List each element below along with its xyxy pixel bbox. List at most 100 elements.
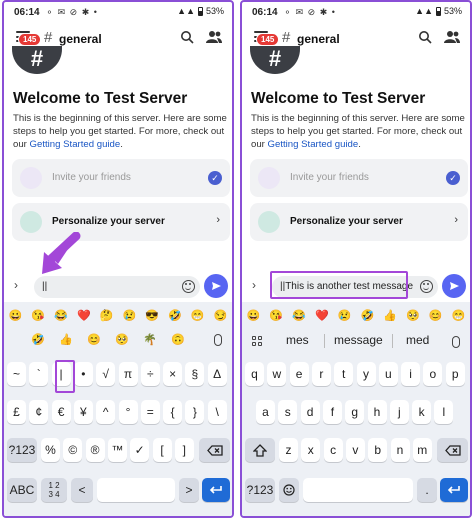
enter-key[interactable] — [202, 478, 230, 502]
emoji-suggestion[interactable]: 😀 — [9, 309, 23, 322]
search-icon[interactable] — [180, 30, 194, 44]
space-key[interactable] — [303, 478, 413, 502]
apps-grid-icon[interactable] — [252, 336, 264, 348]
letter-key[interactable]: k — [412, 400, 432, 424]
emoji-suggestion[interactable]: 👍 — [383, 309, 397, 322]
emoji-suggestion[interactable]: 🤔 — [100, 309, 114, 322]
letter-key[interactable]: d — [300, 400, 320, 424]
letter-key[interactable]: m — [412, 438, 432, 462]
symbol-key[interactable]: ¢ — [29, 400, 49, 424]
symbol-key[interactable]: Δ — [207, 362, 227, 386]
letter-key[interactable]: s — [278, 400, 298, 424]
symbol-mode-key[interactable]: ?123 — [7, 438, 37, 462]
letter-key[interactable]: c — [323, 438, 343, 462]
letter-key[interactable]: b — [368, 438, 388, 462]
letter-key[interactable]: i — [401, 362, 421, 386]
emoji-suggestion[interactable]: 🥺 — [406, 309, 420, 322]
backspace-key[interactable] — [437, 438, 468, 462]
suggestion-3[interactable]: med — [406, 333, 429, 347]
invite-friends-card[interactable]: Invite your friends ✓ — [12, 159, 230, 197]
symbol-key[interactable]: ° — [118, 400, 138, 424]
emoji-suggestion[interactable]: 😁 — [191, 309, 205, 322]
send-button[interactable] — [204, 274, 228, 298]
emoji-suggestion[interactable]: 👍 — [59, 333, 73, 346]
emoji-suggestion[interactable]: 😂 — [54, 309, 68, 322]
message-input[interactable]: || — [34, 276, 200, 298]
symbol-key[interactable]: ✓ — [130, 438, 150, 462]
symbol-key[interactable]: € — [51, 400, 71, 424]
greater-than-key[interactable]: > — [179, 478, 199, 502]
getting-started-link[interactable]: Getting Started guide — [268, 139, 359, 150]
letter-key[interactable]: u — [378, 362, 398, 386]
letter-key[interactable]: y — [356, 362, 376, 386]
emoji-icon[interactable] — [182, 280, 195, 293]
emoji-suggestion[interactable]: 😊 — [429, 309, 443, 322]
emoji-suggestion[interactable]: 🌴 — [143, 333, 157, 346]
letter-key[interactable]: t — [334, 362, 354, 386]
enter-key[interactable] — [440, 478, 468, 502]
letter-key[interactable]: z — [279, 438, 298, 462]
letter-key[interactable]: h — [367, 400, 387, 424]
letter-key[interactable]: p — [445, 362, 465, 386]
getting-started-link[interactable]: Getting Started guide — [30, 139, 121, 150]
symbol-key[interactable]: § — [185, 362, 205, 386]
letter-key[interactable]: w — [267, 362, 287, 386]
abc-mode-key[interactable]: ABC — [7, 478, 37, 502]
members-icon[interactable] — [444, 30, 460, 44]
symbol-key[interactable]: √ — [96, 362, 116, 386]
symbol-key[interactable]: ^ — [96, 400, 116, 424]
shift-key[interactable] — [245, 438, 275, 462]
symbol-key[interactable]: = — [140, 400, 160, 424]
emoji-suggestion[interactable]: 😁 — [452, 309, 466, 322]
emoji-suggestion[interactable]: 🥺 — [115, 333, 129, 346]
symbol-key[interactable]: π — [118, 362, 138, 386]
suggestion-1[interactable]: mes — [286, 333, 309, 347]
symbol-key[interactable]: © — [63, 438, 83, 462]
emoji-suggestion[interactable]: 😊 — [87, 333, 101, 346]
letter-key[interactable]: v — [345, 438, 365, 462]
symbol-key[interactable]: ÷ — [140, 362, 160, 386]
emoji-suggestion[interactable]: 🙃 — [171, 333, 185, 346]
emoji-suggestion[interactable]: 😀 — [247, 309, 261, 322]
microphone-icon[interactable] — [452, 336, 460, 348]
letter-key[interactable]: g — [345, 400, 365, 424]
emoji-suggestion[interactable]: 😘 — [269, 309, 283, 322]
period-key[interactable]: . — [417, 478, 437, 502]
invite-friends-card[interactable]: Invite your friends ✓ — [250, 159, 468, 197]
symbol-page-key[interactable]: 1 2 3 4 — [41, 478, 67, 502]
letter-key[interactable]: f — [322, 400, 342, 424]
symbol-key[interactable]: ~ — [7, 362, 26, 386]
emoji-suggestion[interactable]: ❤️ — [315, 309, 329, 322]
emoji-icon[interactable] — [420, 280, 433, 293]
letter-key[interactable]: x — [301, 438, 321, 462]
members-icon[interactable] — [206, 30, 222, 44]
symbol-mode-key[interactable]: ?123 — [245, 478, 275, 502]
letter-key[interactable]: q — [245, 362, 264, 386]
symbol-key[interactable]: % — [41, 438, 60, 462]
letter-key[interactable]: o — [423, 362, 443, 386]
emoji-suggestion[interactable]: 😘 — [31, 309, 45, 322]
symbol-key[interactable]: × — [163, 362, 183, 386]
less-than-key[interactable]: < — [71, 478, 93, 502]
letter-key[interactable]: j — [389, 400, 409, 424]
emoji-suggestion[interactable]: ❤️ — [77, 309, 91, 322]
emoji-key[interactable] — [279, 478, 299, 502]
letter-key[interactable]: r — [311, 362, 331, 386]
symbol-key[interactable]: ] — [174, 438, 194, 462]
chevron-right-icon[interactable]: › — [14, 278, 18, 292]
emoji-suggestion[interactable]: 😎 — [145, 309, 159, 322]
letter-key[interactable]: e — [289, 362, 309, 386]
chevron-right-icon[interactable]: › — [252, 278, 256, 292]
backspace-key[interactable] — [199, 438, 230, 462]
suggestion-2[interactable]: message — [334, 333, 383, 347]
symbol-key[interactable]: } — [185, 400, 205, 424]
emoji-suggestion[interactable]: 😢 — [338, 309, 352, 322]
letter-key[interactable]: l — [434, 400, 454, 424]
symbol-key[interactable]: ™ — [107, 438, 127, 462]
microphone-icon[interactable] — [214, 334, 222, 346]
emoji-suggestion[interactable]: 🤣 — [31, 333, 45, 346]
letter-key[interactable]: n — [390, 438, 410, 462]
space-key[interactable] — [97, 478, 175, 502]
emoji-suggestion[interactable]: 😏 — [214, 309, 228, 322]
symbol-key[interactable]: [ — [152, 438, 172, 462]
